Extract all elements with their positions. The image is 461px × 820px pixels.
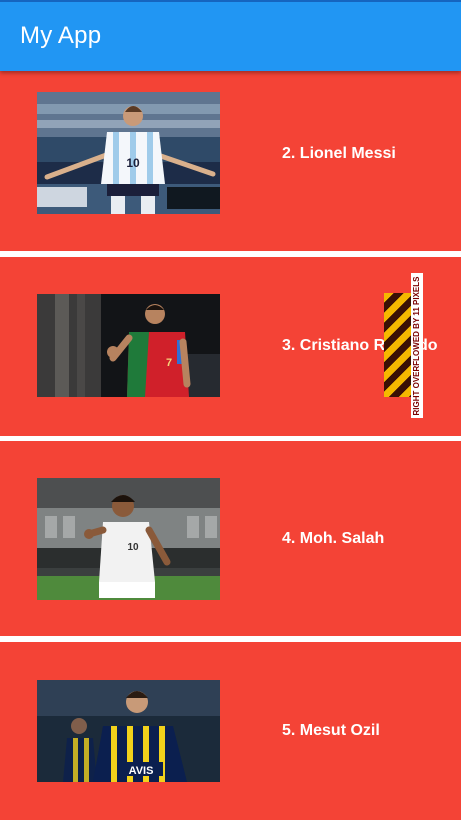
svg-text:10: 10 xyxy=(126,156,140,170)
app-title: My App xyxy=(20,22,102,49)
player-image-salah: 10 xyxy=(37,478,220,600)
player-card-ozil[interactable]: AVIS 5. Mesut Ozil xyxy=(0,642,461,820)
player-image-messi: 10 xyxy=(37,92,220,214)
player-image-ronaldo: 7 xyxy=(37,294,220,397)
overflow-warning-stripes xyxy=(384,293,411,397)
player-name-label: 2. Lionel Messi xyxy=(282,145,396,162)
svg-text:7: 7 xyxy=(166,357,172,369)
app-bar: My App xyxy=(0,0,461,71)
overflow-warning-label: RIGHT OVERFLOWED BY 11 PIXELS xyxy=(411,273,423,418)
player-name-label: 4. Moh. Salah xyxy=(282,530,385,547)
svg-text:10: 10 xyxy=(127,542,139,553)
player-card-messi[interactable]: 10 2. Lionel Messi xyxy=(0,71,461,251)
player-card-salah[interactable]: 10 4. Moh. Salah xyxy=(0,441,461,636)
svg-text:AVIS: AVIS xyxy=(129,765,154,777)
overflow-warning-text: RIGHT OVERFLOWED BY 11 PIXELS xyxy=(412,276,421,415)
player-name-label: 5. Mesut Ozil xyxy=(282,722,380,739)
player-image-ozil: AVIS xyxy=(37,680,220,782)
